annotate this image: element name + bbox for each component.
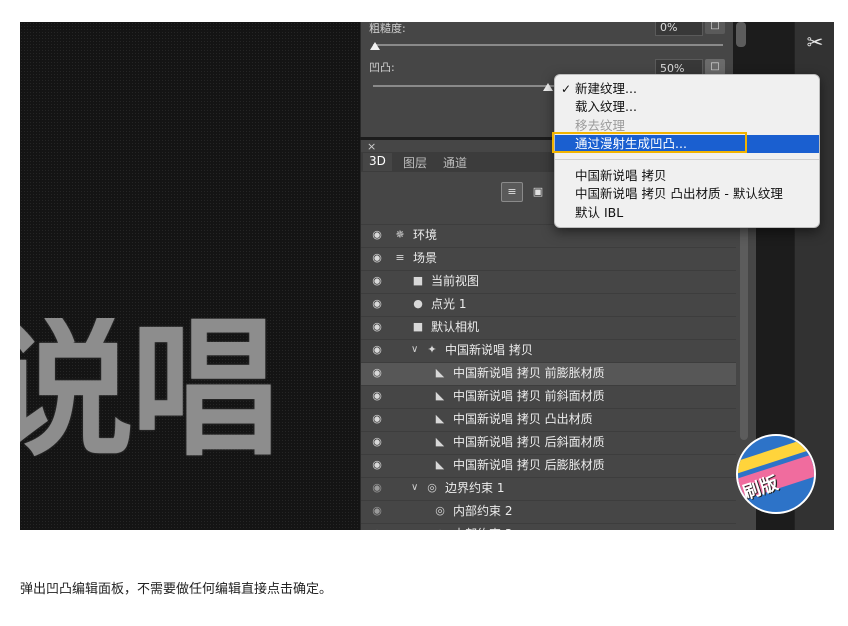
canvas-3d-text: 说唱 [20, 318, 360, 468]
eye-icon[interactable]: ◉ [369, 274, 385, 288]
sticker-text: 刷版 [740, 472, 781, 504]
camera-icon: ■ [412, 320, 424, 333]
menu-item[interactable]: 中国新说唱 拷贝 凸出材质 - 默认纹理 [575, 186, 783, 202]
layer-row[interactable]: ◉ ◣ 中国新说唱 拷贝 前斜面材质 [361, 385, 736, 408]
eye-icon[interactable]: ◉ [369, 228, 385, 242]
layer-row[interactable]: ◉ ◣ 中国新说唱 拷贝 凸出材质 [361, 408, 736, 431]
chevron-down-icon[interactable]: ∨ [411, 343, 421, 357]
material-icon: ◣ [435, 366, 445, 379]
eye-icon[interactable]: ◉ [369, 435, 385, 449]
layer-row[interactable]: ◉ ◣ 中国新说唱 拷贝 后膨胀材质 [361, 454, 736, 477]
layer-label: 默认相机 [431, 320, 480, 334]
eye-icon[interactable]: ◉ [369, 320, 385, 334]
layer-row[interactable]: ◉ ∨ ✦ 中国新说唱 拷贝 [361, 339, 736, 362]
eye-icon[interactable]: ◉ [369, 458, 385, 472]
layer-row[interactable]: ◉ ● 点光 1 [361, 293, 736, 316]
filter-toolbar: ≡ ▣ [501, 180, 553, 202]
roughness-slider-thumb[interactable] [370, 42, 380, 50]
chevron-down-icon[interactable]: ∨ [411, 481, 421, 495]
eye-icon[interactable]: ◉ [369, 297, 385, 311]
scene-icon: ≡ [395, 251, 405, 264]
menu-item[interactable]: 新建纹理... [575, 81, 637, 97]
mesh-filter-icon[interactable]: ▣ [527, 182, 549, 202]
menu-item[interactable]: 载入纹理... [575, 99, 637, 115]
layer-label: 当前视图 [431, 274, 480, 288]
layer-row[interactable]: ◉ ■ 默认相机 [361, 316, 736, 339]
layer-label: 中国新说唱 拷贝 前斜面材质 [453, 389, 605, 403]
layer-row[interactable]: ◉ ◣ 中国新说唱 拷贝 后斜面材质 [361, 431, 736, 454]
layer-row[interactable]: ◉ ■ 当前视图 [361, 270, 736, 293]
layer-row[interactable]: ◉ ◎ 内部约束 2 [361, 500, 736, 523]
menu-separator [555, 159, 819, 160]
scene-filter-icon[interactable]: ≡ [501, 182, 523, 202]
constraint-icon: ◎ [427, 481, 437, 494]
layer-label: 内部约束 3 [453, 527, 512, 530]
folder-icon: □ [710, 61, 720, 72]
tab-3d[interactable]: 3D [363, 153, 392, 171]
roughness-label: 粗糙度: [369, 22, 406, 35]
checkmark-icon: ✓ [561, 82, 572, 96]
roughness-value-field[interactable]: 0% [655, 22, 703, 36]
layer-label: 内部约束 2 [453, 504, 513, 518]
canvas-area[interactable]: 说唱 [20, 22, 360, 530]
light-bulb-icon: ● [413, 297, 423, 310]
layer-list: ◉ ✵ 环境 ◉ ≡ 场景 ◉ ■ 当前视图 ◉ ● 点光 1 ◉ ■ 默认相机 ◉ ∨ ✦ 中国新说唱 拷贝 ◉ ◣ 中… [361, 224, 736, 530]
roughness-folder-button[interactable]: □ [705, 22, 725, 34]
layer-label: 中国新说唱 拷贝 后斜面材质 [453, 435, 605, 449]
constraint-icon: ◎ [435, 504, 445, 517]
canvas-3d-glyphs: 说唱 [20, 318, 280, 468]
material-icon: ◣ [435, 412, 445, 425]
menu-item[interactable]: 通过漫射生成凹凸... [575, 136, 687, 152]
scissors-icon[interactable]: ✂ [803, 30, 827, 54]
eye-icon[interactable]: ◉ [369, 366, 385, 380]
texture-context-menu: ✓ 新建纹理... 载入纹理... 移去纹理 通过漫射生成凹凸... 中国新说唱 拷贝 中国… [552, 74, 820, 228]
bump-texture-folder-button[interactable]: □ [705, 59, 725, 75]
eye-icon[interactable]: ◉ [369, 481, 385, 495]
caption-text: 弹出凹凸编辑面板，不需要做任何编辑直接点击确定。 [20, 582, 333, 597]
mesh-icon: ✦ [427, 343, 437, 356]
eye-icon[interactable]: ◉ [369, 389, 385, 403]
tab-channels[interactable]: 通道 [443, 154, 467, 171]
layer-label: 边界约束 1 [445, 481, 505, 495]
material-icon: ◣ [435, 435, 445, 448]
properties-scrollbar[interactable] [736, 22, 746, 47]
layer-label: 点光 1 [431, 297, 467, 311]
roughness-slider-track[interactable] [373, 44, 723, 46]
bump-slider-thumb[interactable] [543, 83, 553, 91]
eye-icon[interactable]: ◉ [369, 504, 385, 518]
layer-label: 中国新说唱 拷贝 前膨胀材质 [453, 366, 605, 380]
constraint-icon: ◎ [433, 527, 447, 530]
layer-label: 环境 [413, 228, 438, 242]
watermark-sticker: 刷版 [736, 434, 816, 514]
layer-label: 场景 [413, 251, 438, 265]
layer-label: 中国新说唱 拷贝 [445, 343, 533, 357]
eye-icon[interactable]: ◉ [369, 527, 385, 530]
menu-item[interactable]: 中国新说唱 拷贝 [575, 168, 666, 184]
environment-icon: ✵ [395, 228, 405, 241]
material-icon: ◣ [435, 389, 445, 402]
folder-icon: □ [710, 22, 720, 31]
eye-icon[interactable]: ◉ [369, 412, 385, 426]
layer-row[interactable]: ◉ ◎ 内部约束 3 [361, 523, 736, 530]
eye-icon[interactable]: ◉ [369, 251, 385, 265]
camera-icon: ■ [412, 274, 424, 287]
layer-row[interactable]: ◉ ∨ ◎ 边界约束 1 [361, 477, 736, 500]
bump-label: 凹凸: [369, 61, 395, 74]
layer-label: 中国新说唱 拷贝 凸出材质 [453, 412, 593, 426]
layer-label: 中国新说唱 拷贝 后膨胀材质 [453, 458, 605, 472]
layer-row[interactable]: ◉ ≡ 场景 [361, 247, 736, 270]
eye-icon[interactable]: ◉ [369, 343, 385, 357]
tab-layers[interactable]: 图层 [403, 154, 427, 171]
layer-row[interactable]: ◉ ◣ 中国新说唱 拷贝 前膨胀材质 [361, 362, 736, 385]
material-icon: ◣ [435, 458, 445, 471]
menu-item[interactable]: 默认 IBL [575, 205, 623, 221]
